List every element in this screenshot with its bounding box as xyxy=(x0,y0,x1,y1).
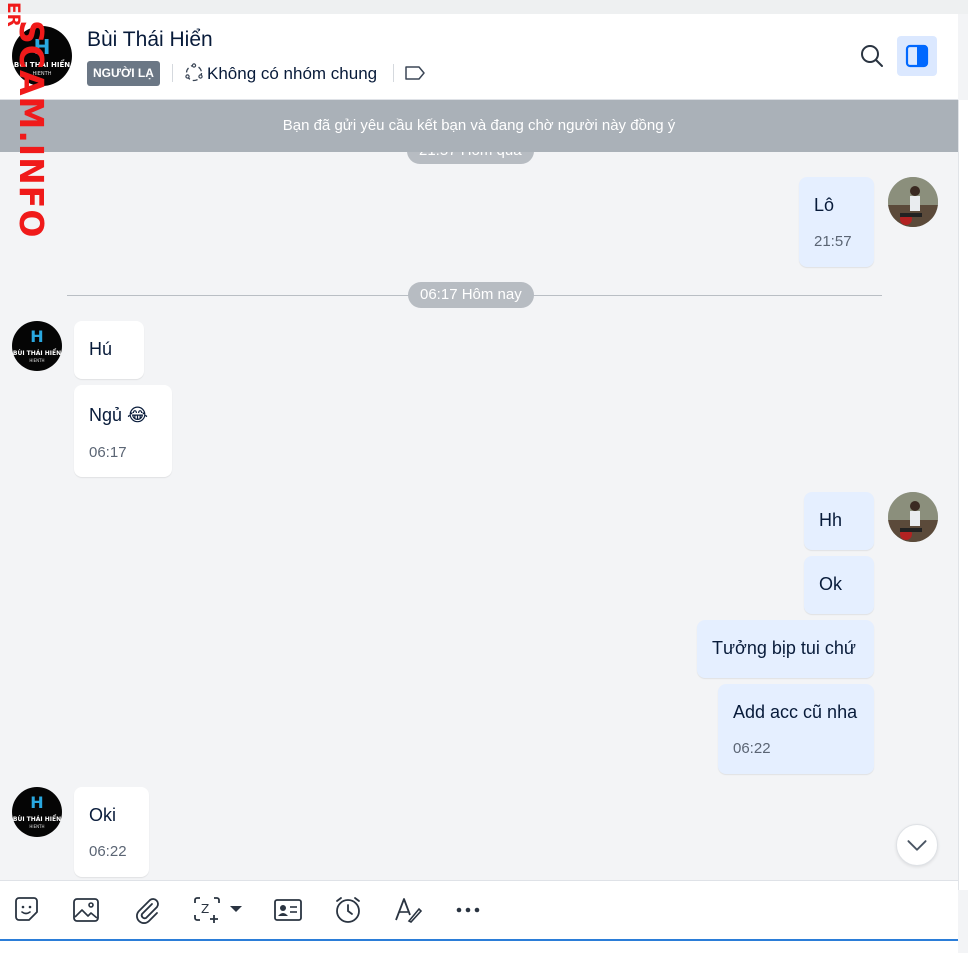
message-input[interactable] xyxy=(0,939,958,953)
stranger-badge: NGƯỜI LẠ xyxy=(87,61,160,86)
toggle-side-panel-button[interactable] xyxy=(897,36,937,76)
message-bubble-incoming[interactable]: Oki 06:22 xyxy=(74,787,149,877)
chat-header: H BÙI THÁI HIỂN HIENTH Bùi Thái Hiển NGƯ… xyxy=(0,14,958,100)
message-text: Oki xyxy=(89,805,116,825)
message-time: 21:57 xyxy=(814,233,852,250)
message-list[interactable]: 21:57 Hôm qua Lô 21:57 06:17 Hôm nay H B… xyxy=(0,152,958,880)
message-bubble-outgoing[interactable]: Lô 21:57 xyxy=(799,177,874,267)
more-icon[interactable] xyxy=(453,895,483,925)
svg-text:Z: Z xyxy=(201,902,209,916)
timestamp-pill: 21:57 Hôm qua xyxy=(407,152,534,164)
laughing-emoji-icon: 😂 xyxy=(127,405,149,425)
message-time: 06:22 xyxy=(89,843,127,860)
divider xyxy=(393,64,394,82)
sticker-icon[interactable] xyxy=(12,895,42,925)
contact-name[interactable]: Bùi Thái Hiển xyxy=(87,28,213,52)
composer-toolbar: Z xyxy=(0,880,958,940)
screenshot-icon[interactable]: Z xyxy=(192,895,246,925)
message-bubble-outgoing[interactable]: Hh xyxy=(804,492,874,550)
divider xyxy=(172,64,173,82)
message-time: 06:17 xyxy=(89,444,127,461)
watermark-text: SCAM.INFO xyxy=(12,20,51,239)
contact-card-icon[interactable] xyxy=(273,895,303,925)
text-format-icon[interactable] xyxy=(393,895,423,925)
reminder-clock-icon[interactable] xyxy=(333,895,363,925)
watermark: ER SCAM.INFO xyxy=(2,2,51,238)
common-group-text[interactable]: Không có nhóm chung xyxy=(207,64,377,84)
message-bubble-outgoing[interactable]: Ok xyxy=(804,556,874,614)
message-bubble-incoming[interactable]: Hú xyxy=(74,321,144,379)
common-group-icon xyxy=(185,63,203,82)
label-tag-icon[interactable] xyxy=(404,65,426,81)
message-text: Add acc cũ nha xyxy=(733,702,858,722)
chevron-down-icon xyxy=(907,840,927,851)
day-separator-pill: 06:17 Hôm nay xyxy=(408,282,534,308)
my-avatar[interactable] xyxy=(888,492,938,542)
message-text: Lô xyxy=(814,195,835,215)
message-text: Ok xyxy=(819,574,843,594)
search-icon[interactable] xyxy=(858,42,886,70)
message-bubble-incoming[interactable]: Ngủ 😂 06:17 xyxy=(74,385,172,477)
message-text: Ngủ 😂 xyxy=(89,405,149,425)
image-icon[interactable] xyxy=(71,895,101,925)
message-bubble-outgoing[interactable]: Add acc cũ nha 06:22 xyxy=(718,684,874,774)
friend-request-banner: Bạn đã gửi yêu cầu kết bạn và đang chờ n… xyxy=(0,100,958,152)
message-bubble-outgoing[interactable]: Tưởng bịp tui chứ xyxy=(697,620,874,678)
scroll-to-bottom-button[interactable] xyxy=(896,824,938,866)
message-time: 06:22 xyxy=(733,740,771,757)
contact-avatar-small[interactable]: H BÙI THÁI HIỂN HIENTH xyxy=(12,321,62,371)
attachment-icon[interactable] xyxy=(132,895,162,925)
message-text: Tưởng bịp tui chứ xyxy=(712,638,856,658)
message-text: Hh xyxy=(819,510,843,530)
scrollbar-track[interactable] xyxy=(958,100,968,890)
my-avatar[interactable] xyxy=(888,177,938,227)
contact-avatar-small[interactable]: H BÙI THÁI HIỂN HIENTH xyxy=(12,787,62,837)
window-top-strip xyxy=(0,0,968,14)
message-text: Hú xyxy=(89,339,113,359)
side-panel-icon xyxy=(905,44,929,68)
